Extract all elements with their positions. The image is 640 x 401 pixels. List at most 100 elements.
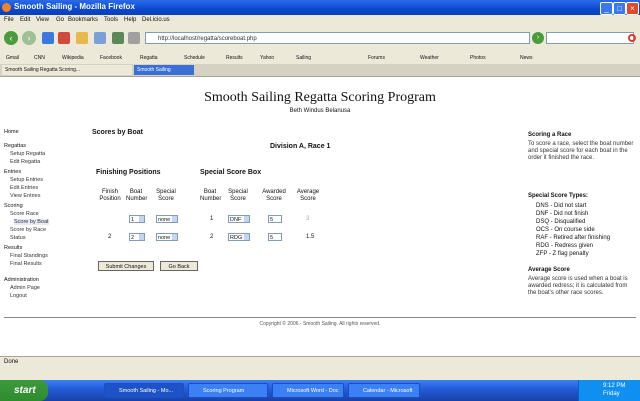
code-item: DNF - Did not finish xyxy=(536,211,589,217)
nav-item[interactable]: Score Race xyxy=(10,211,39,217)
submit-changes-button[interactable]: Submit Changes xyxy=(98,261,154,271)
bookmark-item[interactable]: Weather xyxy=(420,55,439,61)
tab-bar: Smooth Sailing Regatta Scoring... Smooth… xyxy=(0,64,640,77)
maximize-button[interactable]: □ xyxy=(613,2,626,15)
back-arrow-icon[interactable]: ‹ xyxy=(4,31,18,45)
menu-tools[interactable]: Tools xyxy=(104,17,118,23)
menu-delicious[interactable]: Del.icio.us xyxy=(142,17,170,23)
help-text: To score a race, select the boat number … xyxy=(528,141,634,161)
nav-item[interactable]: Setup Regatta xyxy=(10,151,45,157)
activity-icon xyxy=(628,34,636,42)
nav-section-admin: Administration xyxy=(4,277,39,283)
average-text: Average score is used when a boat is awa… xyxy=(528,276,628,296)
boat-number-select[interactable]: 2 xyxy=(129,233,145,241)
code-item: OCS - On course side xyxy=(536,227,595,233)
bookmark-item[interactable]: Forums xyxy=(368,55,385,61)
nav-section-entries: Entries xyxy=(4,169,22,175)
system-tray: 9:12 PM Friday xyxy=(578,380,640,401)
average-heading: Average Score xyxy=(528,267,570,273)
tab-smooth-sailing[interactable]: Smooth Sailing xyxy=(134,65,194,75)
bookmark-item[interactable]: News xyxy=(520,55,533,61)
col-header: Finish Position xyxy=(99,189,121,202)
clock[interactable]: 9:12 PM xyxy=(603,383,625,389)
nav-item[interactable]: Logout xyxy=(10,293,27,299)
site-author: Beth Windus Belanusa xyxy=(289,108,351,114)
nav-home[interactable]: Home xyxy=(4,129,19,135)
bookmark-item[interactable]: Wikipedia xyxy=(62,55,84,61)
menu-go[interactable]: Go xyxy=(56,17,64,23)
menu-edit[interactable]: Edit xyxy=(20,17,30,23)
page-content: Smooth Sailing Regatta Scoring Program B… xyxy=(0,77,640,356)
home-icon[interactable] xyxy=(76,32,88,44)
nav-item[interactable]: Edit Entries xyxy=(10,185,38,191)
forward-arrow-icon[interactable]: › xyxy=(22,31,36,45)
col-header: Awarded Score xyxy=(262,189,286,202)
col-header: Special Score xyxy=(228,189,248,202)
taskbar-item[interactable]: Calendar - Microsoft xyxy=(348,383,420,398)
special-score-select[interactable]: DNF xyxy=(228,215,250,223)
nav-item[interactable]: Setup Entries xyxy=(10,177,43,183)
url-bar[interactable]: http://localhost/regatta/scoreboat.php xyxy=(145,32,530,44)
nav-item[interactable]: Score by Race xyxy=(10,227,46,233)
bookmark-item[interactable]: Photos xyxy=(470,55,486,61)
nav-item[interactable]: Final Standings xyxy=(10,253,48,259)
page-heading: Scores by Boat xyxy=(92,129,143,136)
bookmark-item[interactable]: Yahoo xyxy=(260,55,274,61)
taskbar-item[interactable]: Scoring Program xyxy=(188,383,268,398)
bookmark-icon[interactable] xyxy=(112,32,124,44)
nav-section-results: Results xyxy=(4,245,23,251)
nav-section-scoring: Scoring xyxy=(4,203,23,209)
boat-number-select[interactable]: 1 xyxy=(129,215,145,223)
tab-scoring[interactable]: Smooth Sailing Regatta Scoring... xyxy=(2,65,132,75)
start-button[interactable]: start xyxy=(0,380,48,401)
bookmark-item[interactable]: Gmail xyxy=(6,55,19,61)
navigation-toolbar: ‹ › http://localhost/regatta/scoreboat.p… xyxy=(0,26,640,53)
finish-position: 2 xyxy=(108,234,112,240)
awarded-score-input[interactable]: 5 xyxy=(268,215,282,223)
special-score-box-title: Special Score Box xyxy=(200,169,262,176)
search-input[interactable] xyxy=(546,32,634,44)
menu-view[interactable]: View xyxy=(36,17,49,23)
col-header: Average Score xyxy=(296,189,320,202)
codes-heading: Special Score Types: xyxy=(528,193,588,199)
footer-divider xyxy=(4,317,636,318)
nav-item[interactable]: Admin Page xyxy=(10,285,40,291)
menu-help[interactable]: Help xyxy=(124,17,136,23)
average-score: 3 xyxy=(306,216,310,222)
firefox-icon xyxy=(2,3,11,12)
nav-item[interactable]: View Entries xyxy=(10,193,40,199)
menu-bookmarks[interactable]: Bookmarks xyxy=(68,17,98,23)
nav-item-active[interactable]: Score by Boat xyxy=(14,219,49,225)
finish-position: 1 xyxy=(108,216,112,222)
finishing-positions-title: Finishing Positions xyxy=(96,169,161,176)
taskbar-item[interactable]: Smooth Sailing - Mo... xyxy=(104,383,184,398)
taskbar-item[interactable]: Microsoft Word - Doc xyxy=(272,383,344,398)
special-score-select[interactable]: RDG xyxy=(228,233,250,241)
special-score-select[interactable]: none xyxy=(156,233,178,241)
awarded-score-input[interactable]: 5 xyxy=(268,233,282,241)
minimize-button[interactable]: _ xyxy=(600,2,613,15)
go-back-button[interactable]: Go Back xyxy=(160,261,198,271)
bookmark-item[interactable]: Facebook xyxy=(100,55,122,61)
print-icon[interactable] xyxy=(94,32,106,44)
close-button[interactable]: × xyxy=(626,2,639,15)
reload-icon[interactable] xyxy=(42,32,54,44)
footer-copyright: Copyright © 2006 - Smooth Sailing. All r… xyxy=(259,321,381,327)
menu-file[interactable]: File xyxy=(4,17,14,23)
bookmark-item[interactable]: Sailing xyxy=(296,55,311,61)
quick-launch-bar xyxy=(0,368,640,380)
nav-item[interactable]: Final Results xyxy=(10,261,42,267)
nav-item[interactable]: Edit Regatta xyxy=(10,159,40,165)
go-icon[interactable]: › xyxy=(532,32,544,44)
history-icon[interactable] xyxy=(128,32,140,44)
bookmark-item[interactable]: Results xyxy=(226,55,243,61)
help-heading: Scoring a Race xyxy=(528,132,572,138)
stop-icon[interactable] xyxy=(58,32,70,44)
nav-item[interactable]: Status xyxy=(10,235,26,241)
bookmark-item[interactable]: Schedule xyxy=(184,55,205,61)
special-score-select[interactable]: none xyxy=(156,215,178,223)
bookmark-item[interactable]: Regatta xyxy=(140,55,158,61)
taskbar: start Smooth Sailing - Mo... Scoring Pro… xyxy=(0,380,640,401)
bookmark-item[interactable]: CNN xyxy=(34,55,45,61)
code-item: ZFP - Z flag penalty xyxy=(536,251,589,257)
